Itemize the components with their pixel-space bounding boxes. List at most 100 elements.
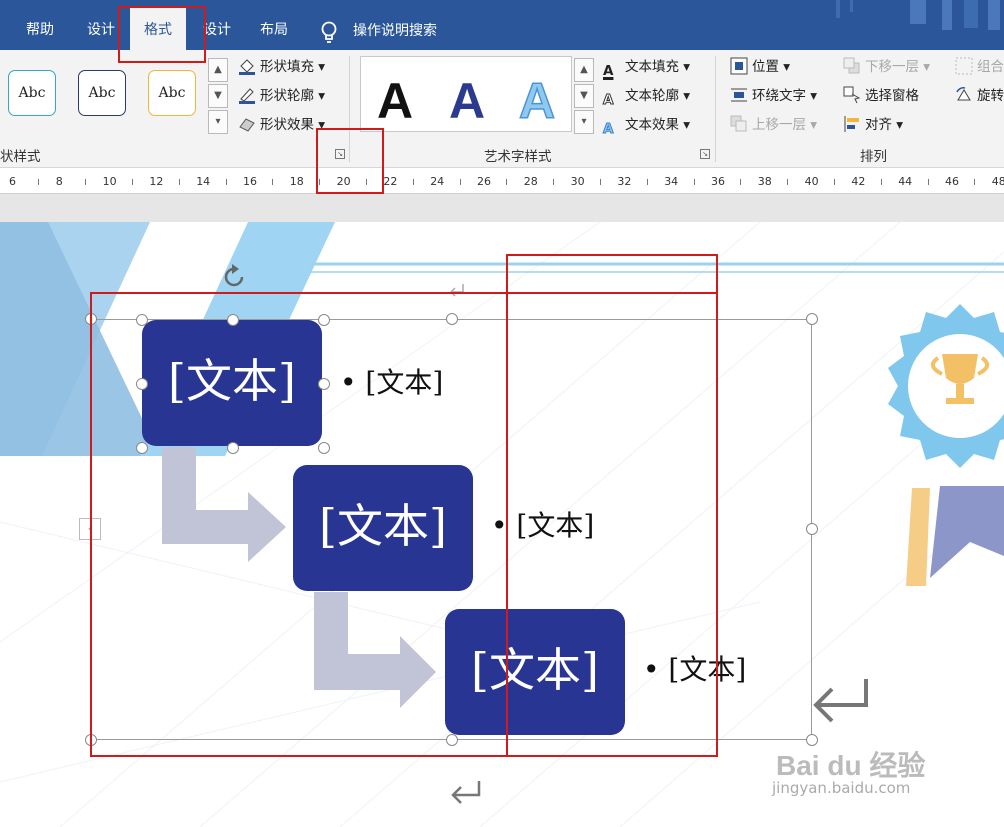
chevron-down-icon[interactable]: ▼ <box>574 84 594 108</box>
selection-pane-button[interactable]: 选择窗格 <box>843 85 919 107</box>
frame-handle[interactable] <box>806 313 818 325</box>
ruler-tick <box>553 179 555 185</box>
send-backward-button[interactable]: 下移一层 ▾ <box>843 56 930 78</box>
highlight-format-tab <box>118 6 206 63</box>
wrap-text-button[interactable]: 环绕文字 ▾ <box>730 85 817 107</box>
bring-forward-button[interactable]: 上移一层 ▾ <box>730 114 817 136</box>
align-icon <box>844 116 859 132</box>
ruler-number: 34 <box>664 175 679 188</box>
group-divider <box>715 56 716 162</box>
group-button[interactable]: 组合 <box>955 56 1004 78</box>
ruler-number: 48 <box>991 175 1004 188</box>
position-icon <box>730 57 748 75</box>
chevron-up-icon[interactable]: ▲ <box>208 58 228 82</box>
rotate-button[interactable]: 旋转 <box>955 85 1004 107</box>
send-backward-icon <box>843 57 860 74</box>
wordart-gallery: A A A <box>360 56 572 132</box>
baidu-watermark-url: jingyan.baidu.com <box>772 779 911 797</box>
wordart-preset-black[interactable]: A <box>377 71 413 131</box>
shape-style-preset-3[interactable]: Abc <box>148 70 196 116</box>
ruler-number: 28 <box>523 175 538 188</box>
ruler-number: 16 <box>243 175 257 188</box>
horizontal-ruler[interactable]: 6 8 10 12 14 16 18 20 22 24 26 28 30 32 34 36 38 40 42 44 46… <box>0 168 1004 194</box>
selection-pane-icon <box>843 86 861 104</box>
ruler-number: 18 <box>289 175 304 188</box>
ruler-tick <box>600 179 601 185</box>
ruler-tick <box>834 179 835 185</box>
text-effects-button[interactable]: A 文本效果 ▾ <box>603 114 691 138</box>
ruler-tick <box>927 179 929 185</box>
ruler-tick <box>178 179 180 185</box>
ruler-number: 8 <box>55 175 63 188</box>
wrap-text-icon <box>731 88 747 102</box>
highlight-right-column <box>506 254 718 757</box>
ruler-number: 46 <box>945 175 959 188</box>
chevron-down-icon[interactable]: ▼ <box>208 84 228 108</box>
ruler-number: 24 <box>430 175 445 188</box>
position-button[interactable]: 位置 ▾ <box>730 56 790 78</box>
ruler-tick <box>225 179 227 185</box>
rotate-handle-icon[interactable] <box>220 263 248 291</box>
frame-handle[interactable] <box>806 523 818 535</box>
ruler-number: 22 <box>383 175 398 188</box>
ruler-tick <box>38 179 40 185</box>
rotate-icon <box>956 87 971 101</box>
ruler-tick <box>974 179 976 185</box>
ruler-tick <box>787 179 789 185</box>
shape-outline-button[interactable]: 形状轮廓 ▾ <box>238 85 325 107</box>
text-effects-icon: A <box>603 121 614 138</box>
ruler-tick <box>646 179 648 185</box>
ruler-tick <box>506 179 508 185</box>
gallery-more-icon[interactable]: ▾ <box>208 110 228 134</box>
ruler-number: 38 <box>757 175 772 188</box>
ruler-number: 26 <box>477 175 491 188</box>
ruler-number: 12 <box>149 175 164 188</box>
ruler-tick <box>740 179 742 185</box>
tab-layout[interactable]: 布局 <box>247 0 301 50</box>
ruler-number: 32 <box>617 175 632 188</box>
ruler-tick <box>272 179 274 185</box>
wordart-preset-blue[interactable]: A <box>449 71 485 131</box>
ruler-tick <box>85 179 87 185</box>
ruler-number: 36 <box>711 175 725 188</box>
wordart-styles-launcher-icon[interactable]: ↘ <box>700 149 710 159</box>
page-gap <box>0 194 1004 222</box>
shape-effects-button[interactable]: 形状效果 ▾ <box>238 114 325 136</box>
tell-me-search[interactable]: 操作说明搜索 <box>353 20 437 42</box>
award-badge-icon <box>888 304 1004 468</box>
shape-style-gallery-scroll: ▲ ▼ ▾ <box>208 58 228 134</box>
ruler-number: 30 <box>570 175 585 188</box>
shape-effects-icon <box>239 118 255 132</box>
pencil-icon <box>239 88 255 104</box>
ruler-number: 6 <box>9 175 16 188</box>
title-bar-decoration <box>836 0 1000 30</box>
ruler-number: 42 <box>851 175 866 188</box>
shape-style-preset-1[interactable]: Abc <box>8 70 56 116</box>
tab-help[interactable]: 帮助 <box>12 0 68 50</box>
ruler-tick <box>132 179 133 185</box>
bring-forward-icon <box>730 115 747 132</box>
lightbulb-icon[interactable] <box>318 20 340 44</box>
wordart-preset-light-blue[interactable]: A <box>518 71 556 131</box>
text-fill-button[interactable]: A 文本填充 ▾ <box>603 56 690 79</box>
group-label-arrange: 排列 <box>860 149 887 165</box>
text-outline-icon: A <box>603 92 614 109</box>
text-fill-icon: A <box>603 63 614 79</box>
baidu-watermark-logo: Bai du 经验 <box>776 750 926 781</box>
ruler-tick <box>459 179 461 185</box>
align-button[interactable]: 对齐 ▾ <box>843 114 903 136</box>
shape-style-preset-2[interactable]: Abc <box>78 70 126 116</box>
gallery-more-icon[interactable]: ▾ <box>574 110 594 134</box>
ruler-number: 10 <box>102 175 117 188</box>
group-label-shape-styles: 状样式 <box>0 149 41 165</box>
ribbon-format: Abc Abc Abc ▲ ▼ ▾ 形状填充 ▾ 形状轮廓 ▾ 形状效果 ▾ 状… <box>0 50 1004 168</box>
chevron-up-icon[interactable]: ▲ <box>574 58 594 82</box>
ruler-number: 44 <box>898 175 913 188</box>
wordart-gallery-scroll: ▲ ▼ ▾ <box>574 58 594 134</box>
paragraph-mark-icon <box>451 781 481 804</box>
ruler-number: 14 <box>196 175 211 188</box>
highlight-shape-styles-launcher <box>316 128 384 194</box>
paint-bucket-icon <box>239 59 255 75</box>
text-outline-button[interactable]: A 文本轮廓 ▾ <box>603 85 691 109</box>
shape-fill-button[interactable]: 形状填充 ▾ <box>238 56 325 78</box>
